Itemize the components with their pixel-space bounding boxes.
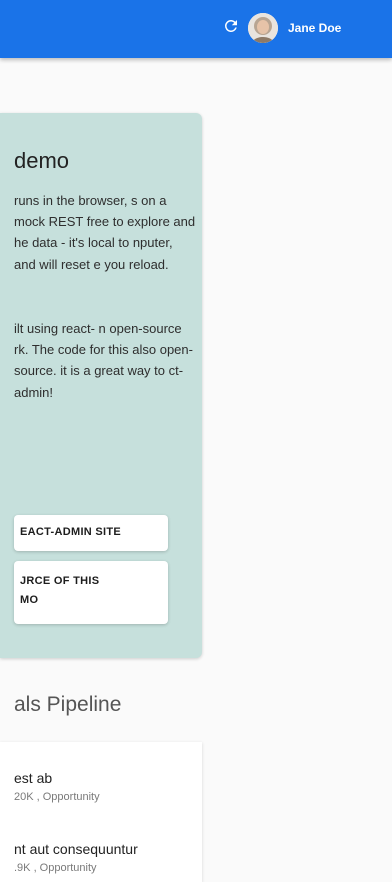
app-bar: Jane Doe (0, 0, 392, 58)
refresh-button[interactable] (219, 16, 243, 40)
deal-meta: .9K , Opportunity (14, 862, 97, 874)
pipeline-title: als Pipeline (14, 693, 122, 716)
deal-meta: 20K , Opportunity (14, 791, 100, 803)
react-admin-site-button[interactable]: EACT-ADMIN SITE (14, 515, 168, 551)
user-avatar-icon (248, 13, 278, 43)
refresh-icon (222, 17, 240, 40)
welcome-paragraph-2: ilt using react- n open-source rk. The c… (14, 321, 193, 400)
demo-source-label-line1: JRCE OF THIS (20, 575, 100, 587)
deal-item[interactable]: est ab 20K , Opportunity (14, 770, 202, 803)
demo-source-label-line2: MO (20, 594, 39, 606)
react-admin-site-label: EACT-ADMIN SITE (20, 526, 122, 538)
welcome-title: demo (14, 148, 70, 173)
avatar (248, 13, 278, 43)
deal-name: est ab (14, 770, 53, 786)
user-menu-button[interactable]: Jane Doe (248, 8, 368, 48)
user-name: Jane Doe (288, 21, 342, 35)
deal-name: nt aut consequuntur (14, 841, 138, 857)
welcome-paragraph-1: runs in the browser, s on a mock REST fr… (14, 193, 196, 272)
deal-item[interactable]: nt aut consequuntur .9K , Opportunity (14, 841, 202, 874)
demo-source-button[interactable]: JRCE OF THIS MO (14, 561, 168, 624)
